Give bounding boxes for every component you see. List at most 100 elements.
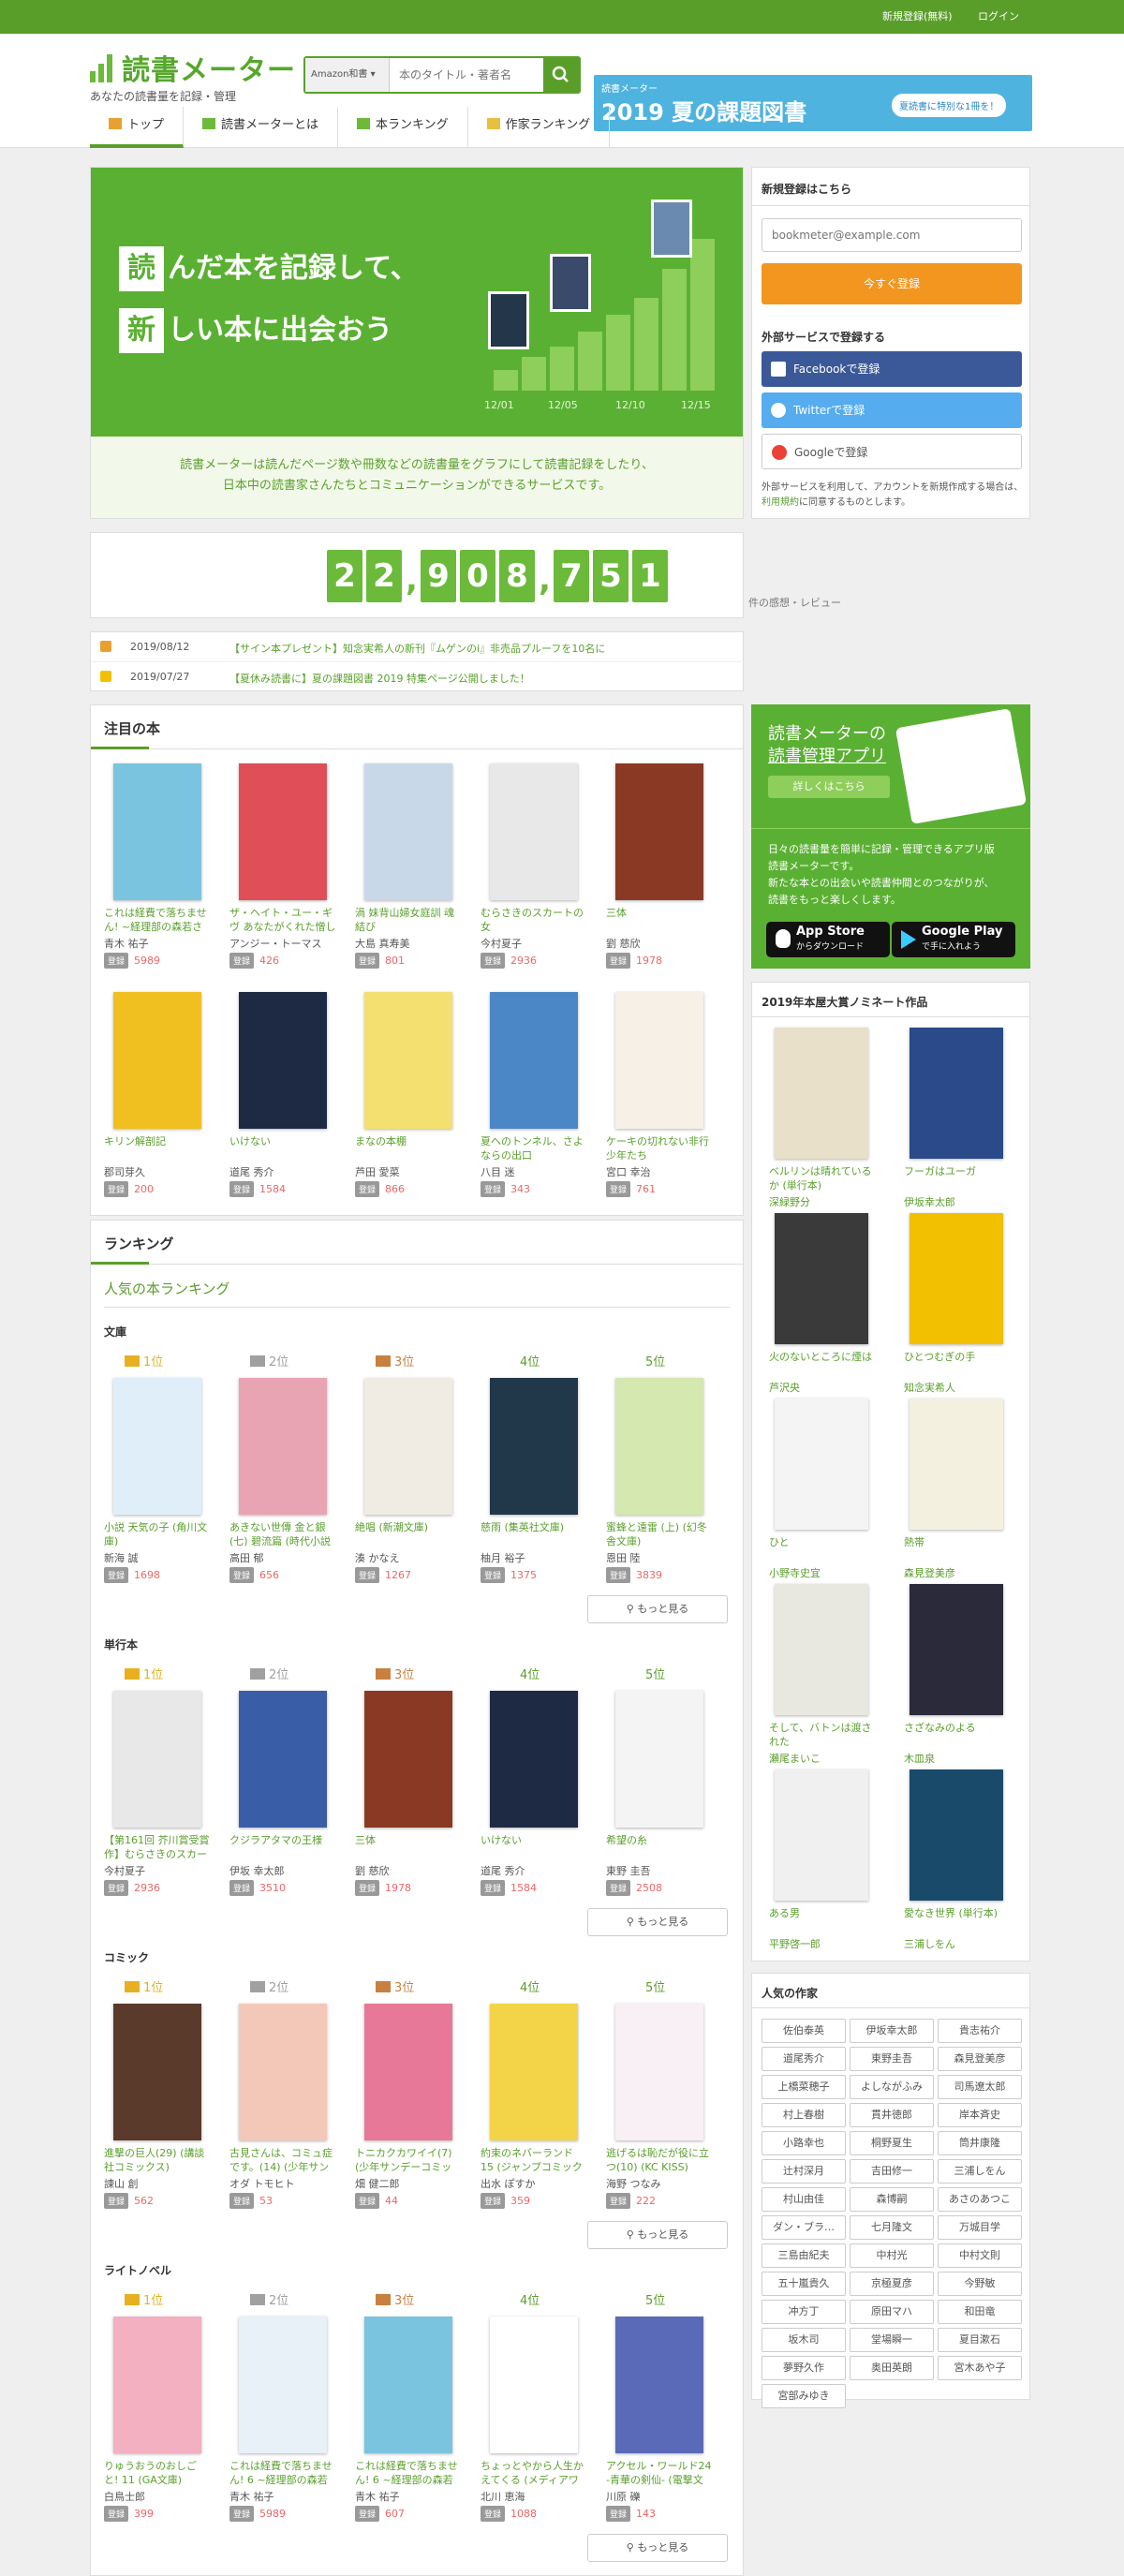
author-tag[interactable]: 三浦しをん — [938, 2159, 1022, 2184]
google-play-button[interactable]: Google Play で手に入れよう — [892, 922, 1015, 957]
book-title[interactable]: 約束のネバーランド 15 (ジャンプコミック — [481, 2146, 587, 2174]
book-cover[interactable] — [490, 992, 578, 1129]
news-item[interactable]: 2019/07/27 【夏休み読書に】夏の課題図書 2019 特集ページ公開しまし… — [91, 662, 1029, 692]
register-link[interactable]: 新規登録(無料) — [871, 0, 964, 34]
login-link[interactable]: ログイン — [967, 0, 1030, 34]
book-title[interactable]: 慈雨 (集英社文庫) — [481, 1520, 587, 1548]
book-title[interactable]: クジラアタマの王様 — [229, 1833, 336, 1861]
book-cover[interactable] — [113, 763, 201, 900]
book-cover[interactable] — [910, 1399, 1003, 1530]
book-author[interactable]: 森見登美彦 — [904, 1565, 955, 1580]
book-title[interactable]: 小説 天気の子 (角川文庫) — [104, 1520, 211, 1548]
book-cover[interactable] — [615, 2317, 703, 2453]
book-author[interactable]: 青木 祐子 — [104, 936, 149, 951]
book-cover[interactable] — [239, 2317, 327, 2453]
author-tag[interactable]: 東野圭吾 — [850, 2047, 934, 2071]
author-tag[interactable]: 京極夏彦 — [850, 2272, 934, 2296]
book-author[interactable]: 大島 真寿美 — [355, 936, 410, 951]
book-title[interactable]: 【第161回 芥川賞受賞作】むらさきのスカー — [104, 1833, 211, 1861]
author-tag[interactable]: 堂場瞬一 — [850, 2328, 934, 2352]
book-title[interactable]: いけない — [481, 1833, 587, 1861]
book-title[interactable]: これは経費で落ちません! 6 ~経理部の森若さ — [229, 2459, 336, 2487]
search-button[interactable] — [543, 58, 579, 92]
book-cover[interactable] — [615, 1378, 703, 1515]
author-tag[interactable]: 中村光 — [850, 2243, 934, 2268]
book-title[interactable]: 三体 — [606, 906, 713, 934]
book-author[interactable]: 伊坂 幸太郎 — [229, 1863, 285, 1878]
book-title[interactable]: まなの本棚 — [355, 1134, 462, 1162]
author-tag[interactable]: 宮部みゆき — [762, 2384, 846, 2408]
book-card[interactable]: 1位 小説 天気の子 (角川文庫) 新海 誠登録 1698 — [104, 1348, 211, 1591]
book-cover[interactable] — [239, 763, 327, 900]
book-title[interactable]: むらさきのスカートの女 — [481, 906, 587, 934]
author-tag[interactable]: 宮木あや子 — [938, 2356, 1022, 2380]
author-tag[interactable]: 原田マハ — [850, 2300, 934, 2324]
twitter-register-button[interactable]: Twitterで登録 — [762, 392, 1022, 428]
book-title[interactable]: 逃げるは恥だが役に立つ(10) (KC KISS) — [606, 2146, 713, 2174]
book-author[interactable]: 劉 慈欣 — [355, 1863, 390, 1878]
author-tag[interactable]: 村山由佳 — [762, 2187, 846, 2212]
book-title[interactable]: さざなみのよる — [904, 1721, 1016, 1749]
book-author[interactable]: 恩田 陸 — [606, 1550, 641, 1565]
author-tag[interactable]: 奥田英朗 — [850, 2356, 934, 2380]
book-cover[interactable] — [239, 1378, 327, 1515]
book-author[interactable]: 湊 かなえ — [355, 1550, 400, 1565]
book-card[interactable]: 5位 アクセル・ワールド24 -青華の剣仙- (電撃文 川原 礫登録 143 — [606, 2287, 713, 2530]
book-author[interactable]: 今村夏子 — [104, 1863, 145, 1878]
book-title[interactable]: 絶唱 (新潮文庫) — [355, 1520, 462, 1548]
author-tag[interactable]: 伊坂幸太郎 — [850, 2019, 934, 2043]
book-author[interactable]: 瀬尾まいこ — [769, 1751, 821, 1766]
author-tag[interactable]: よしながふみ — [850, 2075, 934, 2099]
book-cover[interactable] — [364, 2317, 452, 2453]
book-cover[interactable] — [490, 1378, 578, 1515]
book-author[interactable]: 三浦しをん — [904, 1936, 955, 1951]
book-cover[interactable] — [113, 1378, 201, 1515]
book-author[interactable]: 白鳥士郎 — [104, 2489, 145, 2504]
book-title[interactable]: 進撃の巨人(29) (講談社コミックス) — [104, 2146, 211, 2174]
book-cover[interactable] — [490, 763, 578, 900]
book-title[interactable]: いけない — [229, 1134, 336, 1162]
author-tag[interactable]: 七月隆文 — [850, 2215, 934, 2240]
book-card[interactable]: 3位 三体劉 慈欣 登録 1978 — [355, 1661, 462, 1904]
book-cover[interactable] — [615, 1691, 703, 1828]
author-tag[interactable]: 道尾秀介 — [762, 2047, 846, 2071]
book-title[interactable]: ちょっとやから人生かえてくる (メディアワ — [481, 2459, 587, 2487]
email-field[interactable] — [762, 218, 1022, 252]
book-author[interactable]: 新海 誠 — [104, 1550, 139, 1565]
book-author[interactable]: 小野寺史宜 — [769, 1565, 821, 1580]
book-card[interactable]: 2位 あきない世傳 金と銀 (七) 碧流篇 (時代小説 高田 郁登録 656 — [229, 1348, 336, 1591]
book-author[interactable]: 青木 祐子 — [355, 2489, 400, 2504]
book-author[interactable]: 出水 ぽすか — [481, 2176, 536, 2191]
book-title[interactable]: そして、バトンは渡された — [769, 1721, 881, 1749]
author-tag[interactable]: 万城目学 — [938, 2215, 1022, 2240]
summer-reading-banner[interactable]: 読書メーター 2019 夏の課題図書 夏読書に特別な1冊を！ — [594, 75, 1032, 131]
app-store-button[interactable]: App Store からダウンロード — [766, 922, 890, 957]
book-title[interactable]: 火のないところに煙は — [769, 1350, 881, 1378]
author-tag[interactable]: 佐伯泰英 — [762, 2019, 846, 2043]
book-card[interactable]: 2位 クジラアタマの王様 伊坂 幸太郎 登録 3510 — [229, 1661, 336, 1904]
book-cover[interactable] — [615, 2004, 703, 2140]
author-tag[interactable]: 辻村深月 — [762, 2159, 846, 2184]
author-tag[interactable]: 桐野夏生 — [850, 2131, 934, 2155]
news-link[interactable]: 【夏休み読書に】夏の課題図書 2019 特集ページ公開しました！ — [229, 671, 530, 686]
book-author[interactable]: 今村夏子 — [481, 936, 522, 951]
book-title[interactable]: ベルリンは晴れているか (単行本) — [769, 1164, 881, 1192]
book-cover[interactable] — [910, 1769, 1003, 1901]
author-tag[interactable]: 貫井徳郎 — [850, 2103, 934, 2127]
author-tag[interactable]: 夏目漱石 — [938, 2328, 1022, 2352]
more-button[interactable]: ⚲ もっと見る — [587, 2534, 728, 2562]
book-cover[interactable] — [239, 1691, 327, 1828]
book-cover[interactable] — [775, 1028, 868, 1159]
nav-book-ranking[interactable]: 本ランキング — [338, 107, 468, 148]
book-cover[interactable] — [910, 1213, 1003, 1344]
book-author[interactable]: アンジー・トーマス — [229, 936, 322, 951]
author-tag[interactable]: 五十嵐貴久 — [762, 2272, 846, 2296]
book-cover[interactable] — [775, 1399, 868, 1530]
book-card[interactable]: 2位 古見さんは、コミュ症です。(14) (少年サン オダ トモヒト 登録 53 — [229, 1974, 336, 2217]
nav-author-ranking[interactable]: 作家ランキング — [468, 107, 611, 148]
nav-top[interactable]: トップ — [90, 107, 185, 148]
author-tag[interactable]: 貴志祐介 — [938, 2019, 1022, 2043]
book-cover[interactable] — [615, 763, 703, 900]
book-cover[interactable] — [364, 1691, 452, 1828]
author-tag[interactable]: 筒井康隆 — [938, 2131, 1022, 2155]
